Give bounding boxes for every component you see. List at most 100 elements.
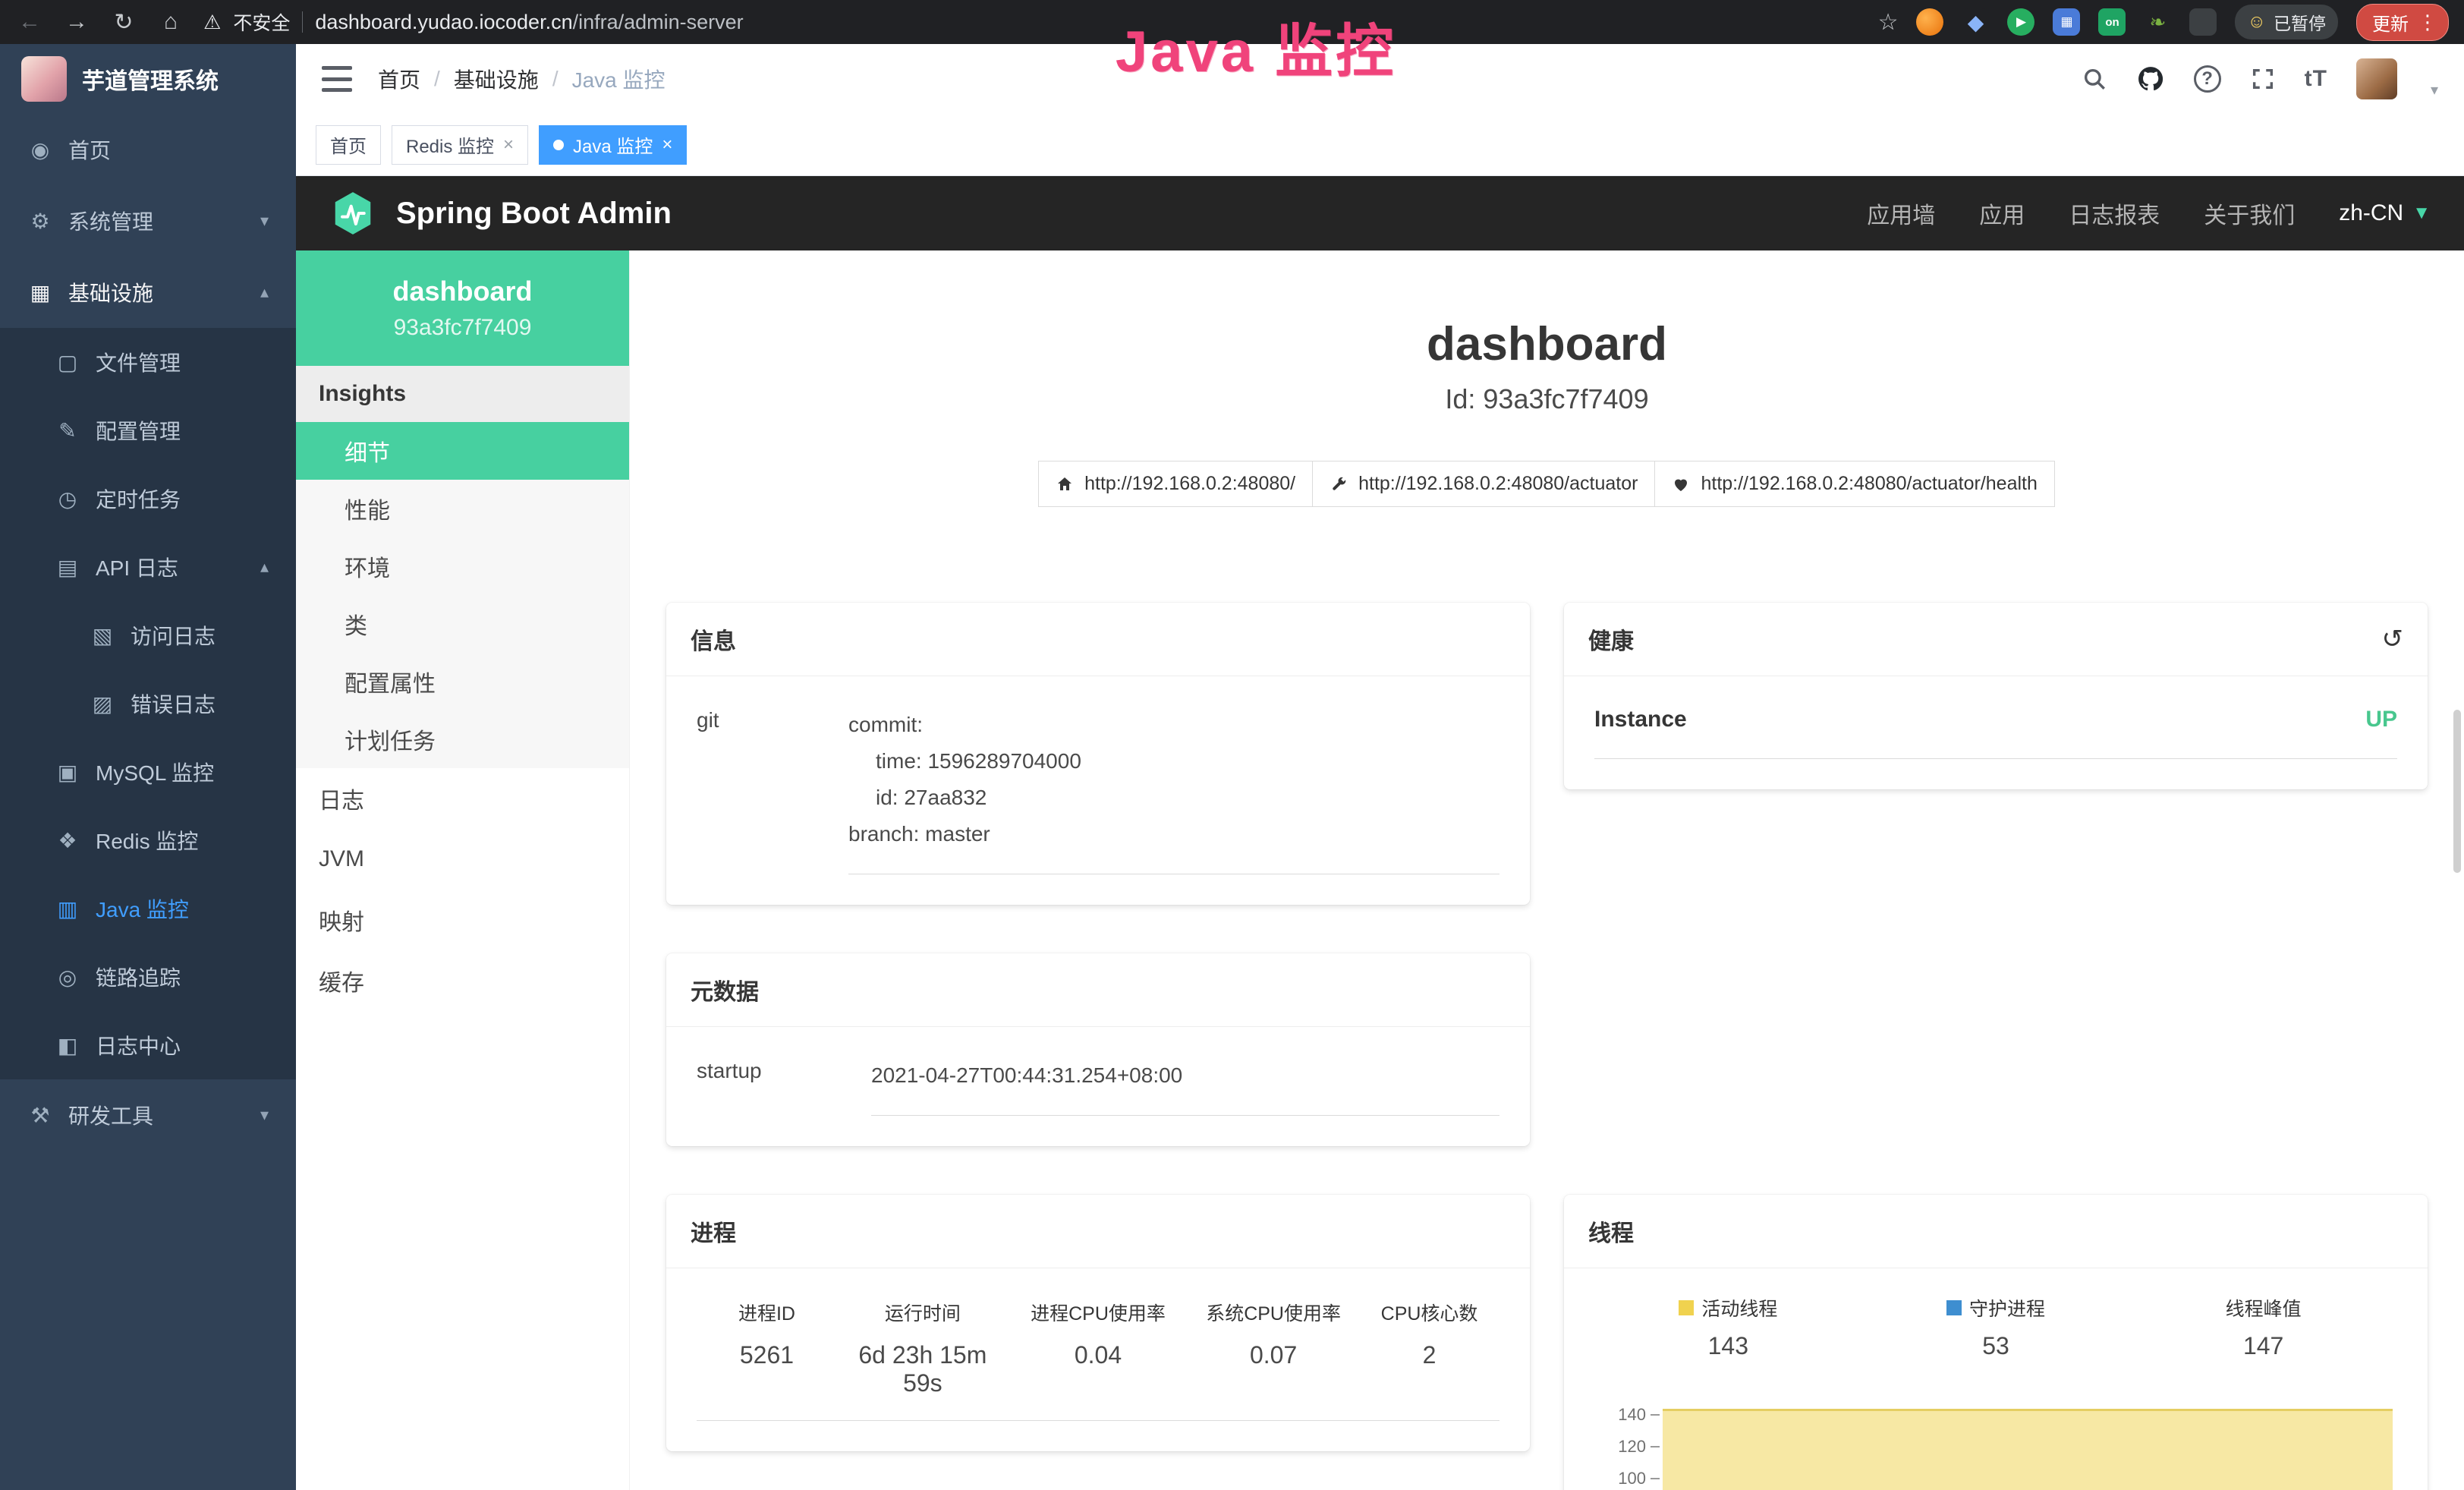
sidebar-item-label: Redis 监控 — [96, 825, 198, 855]
sidebar-item-job[interactable]: ◷ 定时任务 — [0, 465, 296, 533]
tab-label: 首页 — [330, 131, 367, 158]
health-url-link[interactable]: http://192.168.0.2:48080/actuator/health — [1654, 461, 2054, 507]
card-body: git commit: time: 1596289704000 id: 27aa… — [666, 676, 1530, 905]
caret-down-icon[interactable]: ▾ — [2431, 80, 2438, 99]
nav-journal[interactable]: 日志报表 — [2069, 197, 2160, 230]
sba-item-details[interactable]: 细节 — [296, 422, 629, 480]
column-header: 运行时间 — [837, 1299, 1009, 1326]
app-logo[interactable]: 芋道管理系统 — [0, 44, 296, 114]
extension-icon[interactable]: on — [2098, 8, 2126, 36]
sba-logo-icon[interactable] — [329, 190, 376, 237]
back-icon[interactable]: ← — [15, 9, 44, 35]
sba-item-metrics[interactable]: 性能 — [296, 480, 629, 537]
sba-item-logs[interactable]: 日志 — [296, 768, 629, 829]
threads-card: 线程 活动线程 143 — [1564, 1195, 2428, 1490]
paused-badge[interactable]: ☺ 已暂停 — [2235, 5, 2338, 39]
help-icon[interactable]: ? — [2194, 65, 2221, 93]
instance-header[interactable]: dashboard 93a3fc7f7409 — [296, 250, 629, 366]
chevron-up-icon: ▴ — [260, 557, 269, 577]
breadcrumb-item[interactable]: 基础设施 — [454, 64, 539, 94]
close-icon[interactable]: × — [662, 134, 672, 156]
sidebar-item-home[interactable]: ◉ 首页 — [0, 114, 296, 185]
service-url-link[interactable]: http://192.168.0.2:48080/ — [1038, 461, 1313, 507]
browser-home-icon[interactable]: ⌂ — [156, 9, 185, 35]
extension-icon[interactable] — [1916, 8, 1943, 36]
logo-avatar — [21, 56, 67, 102]
sidebar-item-accesslog[interactable]: ▧ 访问日志 — [0, 601, 296, 669]
legend-label: 守护进程 — [1969, 1294, 2045, 1321]
extension-icon[interactable]: ▦ — [2053, 8, 2080, 36]
edit-icon: ✎ — [55, 418, 80, 443]
extension-icon[interactable]: ▶ — [2007, 8, 2034, 36]
metadata-key: startup — [697, 1057, 871, 1116]
sidebar-item-trace[interactable]: ◎ 链路追踪 — [0, 943, 296, 1011]
tab-home[interactable]: 首页 — [316, 125, 381, 165]
health-instance-row[interactable]: Instance UP — [1594, 707, 2397, 759]
update-button[interactable]: 更新 ⋮ — [2356, 4, 2449, 41]
sba-item-jvm[interactable]: JVM — [296, 829, 629, 890]
log-center-icon: ◧ — [55, 1033, 80, 1058]
nav-about[interactable]: 关于我们 — [2204, 197, 2295, 230]
sba-item-scheduledtasks[interactable]: 计划任务 — [296, 710, 629, 768]
scrollbar-thumb[interactable] — [2453, 710, 2461, 873]
history-icon[interactable]: ↺ — [2382, 626, 2404, 652]
sidebar-item-label: MySQL 监控 — [96, 757, 214, 787]
legend-swatch-daemon — [1946, 1300, 1962, 1315]
sidebar-item-apilog[interactable]: ▤ API 日志 ▴ — [0, 533, 296, 601]
locale-selector[interactable]: zh-CN ▼ — [2339, 200, 2431, 226]
wrench-icon — [1330, 475, 1348, 493]
sidebar-item-system[interactable]: ⚙ 系统管理 ▾ — [0, 185, 296, 257]
sidebar-item-logcenter[interactable]: ◧ 日志中心 — [0, 1011, 296, 1079]
sidebar-item-mysql[interactable]: ▣ MySQL 监控 — [0, 738, 296, 806]
threads-legend: 活动线程 143 守护进程 — [1594, 1294, 2397, 1360]
warning-icon[interactable]: ⚠ — [203, 11, 221, 34]
hamburger-icon[interactable] — [322, 66, 352, 92]
forward-icon[interactable]: → — [62, 9, 91, 35]
bookmark-star-icon[interactable]: ☆ — [1878, 9, 1899, 36]
close-icon[interactable]: × — [503, 134, 514, 156]
sba-item-mappings[interactable]: 映射 — [296, 890, 629, 950]
sba-item-caches[interactable]: 缓存 — [296, 950, 629, 1011]
extension-icon[interactable]: ◆ — [1962, 8, 1989, 36]
github-icon[interactable] — [2136, 65, 2165, 93]
chevron-down-icon: ▼ — [2412, 203, 2431, 224]
page-title: dashboard — [666, 317, 2428, 371]
url-text[interactable]: dashboard.yudao.iocoder.cn/infra/admin-s… — [315, 11, 743, 34]
tab-redis-monitor[interactable]: Redis 监控 × — [392, 125, 528, 165]
sidebar-item-redis[interactable]: ❖ Redis 监控 — [0, 806, 296, 874]
legend-item-active: 活动线程 143 — [1594, 1294, 1862, 1360]
chevron-down-icon: ▾ — [260, 1105, 269, 1125]
cpu-cores-value: 2 — [1359, 1341, 1499, 1397]
update-label: 更新 — [2372, 9, 2409, 36]
legend-swatch-active — [1679, 1300, 1694, 1315]
avatar[interactable] — [2356, 58, 2397, 99]
sba-brand[interactable]: Spring Boot Admin — [396, 197, 672, 231]
daemon-threads-value: 53 — [1862, 1332, 2130, 1360]
app-title: 芋道管理系统 — [82, 62, 219, 96]
sidebar-item-infra[interactable]: ▦ 基础设施 ▴ — [0, 257, 296, 328]
sidebar-item-java[interactable]: ▥ Java 监控 — [0, 874, 296, 943]
extension-icon[interactable] — [2189, 8, 2217, 36]
security-label: 不安全 — [233, 8, 290, 36]
nav-applications[interactable]: 应用 — [1979, 197, 2025, 230]
card-header: 线程 — [1564, 1195, 2428, 1268]
breadcrumb-item[interactable]: 首页 — [378, 64, 420, 94]
fullscreen-icon[interactable] — [2250, 66, 2276, 92]
sidebar-item-devtools[interactable]: ⚒ 研发工具 ▾ — [0, 1079, 296, 1151]
sba-item-configprops[interactable]: 配置属性 — [296, 653, 629, 710]
actuator-url-link[interactable]: http://192.168.0.2:48080/actuator — [1312, 461, 1655, 507]
extension-icon[interactable]: ❧ — [2144, 8, 2171, 36]
sidebar-item-file[interactable]: ▢ 文件管理 — [0, 328, 296, 396]
address-bar[interactable]: ⚠ 不安全 dashboard.yudao.iocoder.cn/infra/a… — [203, 8, 1860, 36]
sba-item-classes[interactable]: 类 — [296, 595, 629, 653]
sidebar-item-errorlog[interactable]: ▨ 错误日志 — [0, 669, 296, 738]
search-icon[interactable] — [2082, 66, 2107, 92]
font-size-icon[interactable]: tT — [2305, 66, 2327, 92]
nav-wall[interactable]: 应用墙 — [1867, 197, 1935, 230]
sba-item-environment[interactable]: 环境 — [296, 537, 629, 595]
git-id-line: id: 27aa832 — [848, 780, 1499, 816]
sidebar-item-config[interactable]: ✎ 配置管理 — [0, 396, 296, 465]
card-title: 元数据 — [691, 973, 759, 1006]
tab-java-monitor[interactable]: Java 监控 × — [539, 125, 687, 165]
reload-icon[interactable]: ↻ — [109, 9, 138, 36]
